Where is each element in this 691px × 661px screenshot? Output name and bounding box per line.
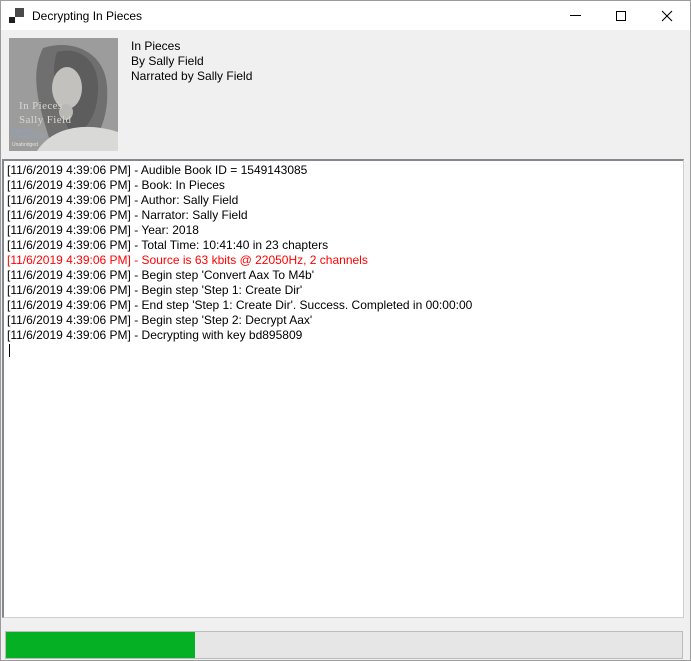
app-window: Decrypting In Pieces In (0, 0, 691, 661)
log-line: [11/6/2019 4:39:06 PM] - Year: 2018 (7, 223, 681, 238)
log-line: [11/6/2019 4:39:06 PM] - Author: Sally F… (7, 193, 681, 208)
app-icon (9, 8, 24, 23)
progress-bar (5, 631, 683, 659)
log-line: [11/6/2019 4:39:06 PM] - Total Time: 10:… (7, 238, 681, 253)
log-line: [11/6/2019 4:39:06 PM] - Narrator: Sally… (7, 208, 681, 223)
cover-title-text: In Pieces (19, 100, 63, 112)
log-line: [11/6/2019 4:39:06 PM] - Audible Book ID… (7, 163, 681, 178)
log-line: [11/6/2019 4:39:06 PM] - Begin step 'Ste… (7, 313, 681, 328)
book-cover-image: In Pieces Sally Field READ BY THE AUTHOR… (9, 38, 118, 151)
close-button[interactable] (644, 1, 690, 30)
close-icon (661, 10, 673, 22)
log-line: [11/6/2019 4:39:06 PM] - Decrypting with… (7, 328, 681, 343)
cover-read-by-badge: READ BY THE AUTHOR (12, 130, 44, 140)
maximize-icon (616, 11, 626, 21)
cover-author-text: Sally Field (19, 114, 71, 126)
cover-unabridged-text: Unabridged (12, 142, 38, 148)
minimize-icon (570, 15, 581, 16)
book-author: By Sally Field (131, 54, 252, 69)
app-icon-square-large (15, 8, 24, 17)
log-line: [11/6/2019 4:39:06 PM] - Book: In Pieces (7, 178, 681, 193)
text-caret (9, 344, 10, 357)
log-line: [11/6/2019 4:39:06 PM] - Begin step 'Con… (7, 268, 681, 283)
log-line: [11/6/2019 4:39:06 PM] - End step 'Step … (7, 298, 681, 313)
log-line: [11/6/2019 4:39:06 PM] - Source is 63 kb… (7, 253, 681, 268)
titlebar: Decrypting In Pieces (1, 1, 690, 30)
log-line: [11/6/2019 4:39:06 PM] - Begin step 'Ste… (7, 283, 681, 298)
app-icon-square-small (9, 17, 15, 23)
window-title: Decrypting In Pieces (32, 9, 142, 23)
maximize-button[interactable] (598, 1, 644, 30)
window-controls (552, 1, 690, 30)
book-info: In Pieces By Sally Field Narrated by Sal… (131, 39, 252, 84)
progress-fill (6, 632, 195, 658)
book-narrator: Narrated by Sally Field (131, 69, 252, 84)
log-textbox[interactable]: [11/6/2019 4:39:06 PM] - Audible Book ID… (2, 159, 684, 618)
minimize-button[interactable] (552, 1, 598, 30)
book-title: In Pieces (131, 39, 252, 54)
